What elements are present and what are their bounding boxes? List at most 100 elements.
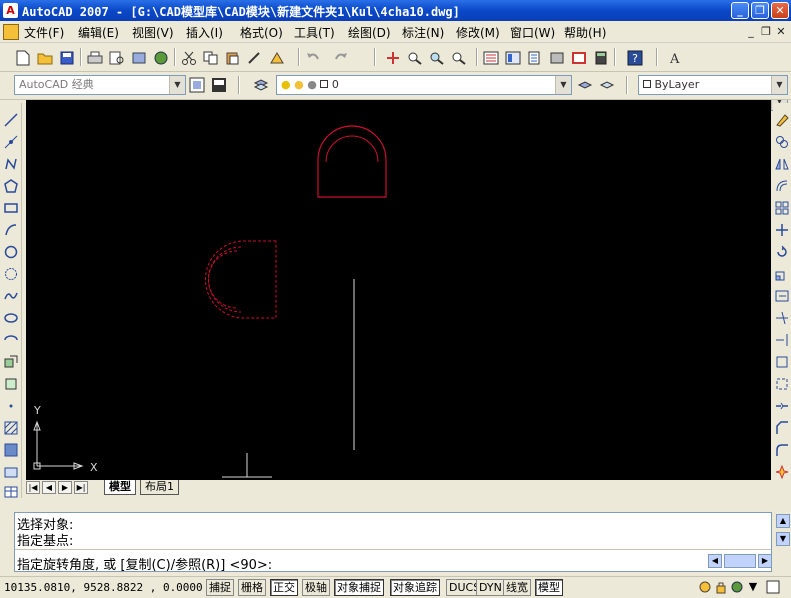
close-button[interactable]: ✕: [771, 2, 789, 19]
chevron-down-icon[interactable]: ▼: [169, 76, 185, 94]
osnap-toggle[interactable]: 对象捕捉: [334, 579, 384, 596]
tool-palettes-icon[interactable]: [526, 49, 544, 67]
make-block-icon[interactable]: [2, 375, 20, 393]
command-history-panel[interactable]: 选择对象: 指定基点: 指定旋转角度, 或 [复制(C)/参照(R)] <90>…: [14, 512, 772, 573]
minimize-button[interactable]: _: [731, 2, 749, 19]
next-tab-button[interactable]: ▶: [58, 481, 72, 494]
rectangle-icon[interactable]: [2, 199, 20, 217]
design-center-icon[interactable]: [504, 49, 522, 67]
mirror-icon[interactable]: [773, 155, 791, 173]
workspace-settings-icon[interactable]: [188, 76, 206, 94]
tab-layout1[interactable]: 布局1: [140, 480, 179, 495]
menu-dimension[interactable]: 标注(N): [402, 24, 444, 41]
menu-format[interactable]: 格式(O): [240, 24, 283, 41]
otrack-toggle[interactable]: 对象追踪: [390, 579, 440, 596]
workspace-dropdown[interactable]: AutoCAD 经典 ▼: [14, 75, 186, 95]
circle-icon[interactable]: [2, 243, 20, 261]
tray-settings-icon[interactable]: [730, 580, 744, 594]
zoom-window-icon[interactable]: [428, 49, 446, 67]
rotate-icon[interactable]: [773, 243, 791, 261]
menu-insert[interactable]: 插入(I): [186, 24, 223, 41]
copy-icon[interactable]: [202, 49, 220, 67]
match-properties-icon[interactable]: [246, 49, 264, 67]
lineweight-toggle[interactable]: 线宽: [503, 579, 531, 596]
previous-tab-button[interactable]: ◀: [42, 481, 56, 494]
properties-icon[interactable]: [482, 49, 500, 67]
new-file-icon[interactable]: [14, 49, 32, 67]
polar-toggle[interactable]: 极轴: [302, 579, 330, 596]
redo-icon[interactable]: [332, 49, 350, 67]
workspace-save-icon[interactable]: [210, 76, 228, 94]
revision-cloud-icon[interactable]: [2, 265, 20, 283]
break-at-point-icon[interactable]: [773, 353, 791, 371]
sheet-set-icon[interactable]: [548, 49, 566, 67]
menu-edit[interactable]: 编辑(E): [78, 24, 119, 41]
menu-modify[interactable]: 修改(M): [456, 24, 500, 41]
scroll-right-icon[interactable]: ▶: [758, 554, 772, 568]
model-toggle[interactable]: 模型: [535, 579, 563, 596]
scale-icon[interactable]: [773, 265, 791, 283]
gradient-icon[interactable]: [2, 441, 20, 459]
spline-icon[interactable]: [2, 287, 20, 305]
markup-set-icon[interactable]: [570, 49, 588, 67]
fillet-icon[interactable]: [773, 441, 791, 459]
zoom-realtime-icon[interactable]: [406, 49, 424, 67]
make-object-layer-current-icon[interactable]: [576, 76, 594, 94]
color-dropdown[interactable]: ByLayer ▼: [638, 75, 788, 95]
hatch-icon[interactable]: [2, 419, 20, 437]
layer-dropdown[interactable]: ● ● ● 0 ▼: [276, 75, 572, 95]
doc-restore-button[interactable]: ❐: [759, 25, 773, 38]
doc-minimize-button[interactable]: _: [744, 25, 758, 38]
pan-realtime-icon[interactable]: [384, 49, 402, 67]
break-icon[interactable]: [773, 375, 791, 393]
extend-icon[interactable]: [773, 331, 791, 349]
lock-toolbar-icon[interactable]: [714, 580, 728, 594]
polyline-icon[interactable]: [2, 155, 20, 173]
tab-model[interactable]: 模型: [104, 480, 136, 495]
menu-view[interactable]: 视图(V): [132, 24, 174, 41]
layer-manager-icon[interactable]: [252, 76, 270, 94]
publish-icon[interactable]: [130, 49, 148, 67]
print-preview-icon[interactable]: [108, 49, 126, 67]
line-icon[interactable]: [2, 111, 20, 129]
grid-toggle[interactable]: 栅格: [238, 579, 266, 596]
move-icon[interactable]: [773, 221, 791, 239]
scroll-left-icon[interactable]: ◀: [708, 554, 722, 568]
open-folder-icon[interactable]: [36, 49, 54, 67]
autocad-app-icon[interactable]: A: [3, 3, 18, 18]
doc-close-button[interactable]: ✕: [774, 25, 788, 38]
chamfer-icon[interactable]: [773, 419, 791, 437]
array-icon[interactable]: [773, 199, 791, 217]
offset-icon[interactable]: [773, 177, 791, 195]
maximize-button[interactable]: ❐: [751, 2, 769, 19]
layer-previous-icon[interactable]: [598, 76, 616, 94]
3d-dwf-icon[interactable]: [152, 49, 170, 67]
first-tab-button[interactable]: |◀: [26, 481, 40, 494]
scroll-down-icon[interactable]: ▼: [776, 532, 790, 546]
construction-line-icon[interactable]: [2, 133, 20, 151]
insert-block-icon[interactable]: [2, 353, 20, 371]
erase-icon[interactable]: [773, 111, 791, 129]
menu-help[interactable]: 帮助(H): [564, 24, 606, 41]
help-icon[interactable]: ?: [626, 49, 644, 67]
block-editor-icon[interactable]: [268, 49, 286, 67]
cut-icon[interactable]: [180, 49, 198, 67]
paste-icon[interactable]: [224, 49, 242, 67]
text-style-icon[interactable]: A: [666, 49, 684, 67]
ortho-toggle[interactable]: 正交: [270, 579, 298, 596]
menu-draw[interactable]: 绘图(D): [348, 24, 391, 41]
scroll-up-icon[interactable]: ▲: [776, 514, 790, 528]
command-prompt[interactable]: 指定旋转角度, 或 [复制(C)/参照(R)] <90>:: [17, 554, 272, 573]
join-icon[interactable]: [773, 397, 791, 415]
ellipse-icon[interactable]: [2, 309, 20, 327]
explode-icon[interactable]: [773, 463, 791, 481]
region-icon[interactable]: [2, 463, 20, 481]
print-icon[interactable]: [86, 49, 104, 67]
menu-file[interactable]: 文件(F): [24, 24, 64, 41]
ellipse-arc-icon[interactable]: [2, 331, 20, 349]
trim-icon[interactable]: [773, 309, 791, 327]
zoom-previous-icon[interactable]: [450, 49, 468, 67]
point-icon[interactable]: [2, 397, 20, 415]
clean-screen-icon[interactable]: [766, 580, 780, 594]
document-icon[interactable]: [3, 24, 19, 40]
